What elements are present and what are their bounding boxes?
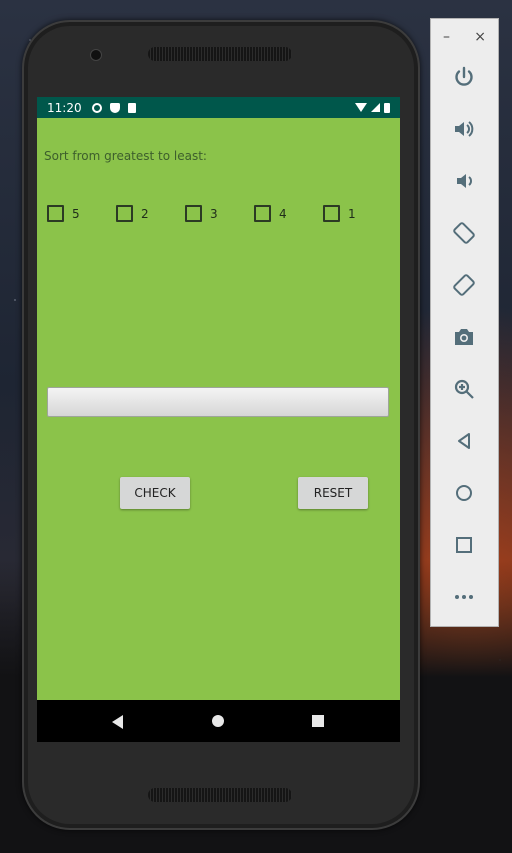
reset-button[interactable]: RESET (298, 477, 368, 509)
status-bar: 11:20 (37, 97, 400, 118)
checkbox-box[interactable] (254, 205, 271, 222)
checkbox-label: 5 (72, 206, 80, 221)
checkbox-box[interactable] (185, 205, 202, 222)
checkbox-option[interactable]: 2 (116, 205, 149, 222)
checkbox-box[interactable] (323, 205, 340, 222)
battery-icon (384, 102, 390, 113)
back-icon[interactable] (112, 715, 123, 729)
checkbox-label: 2 (141, 206, 149, 221)
checkbox-option[interactable]: 1 (323, 205, 356, 222)
checkbox-box[interactable] (116, 205, 133, 222)
shield-icon (109, 102, 120, 113)
front-camera (90, 49, 102, 61)
volume-up-icon[interactable] (451, 116, 477, 142)
rotate-left-icon[interactable] (451, 220, 477, 246)
power-icon[interactable] (451, 64, 477, 90)
nav-bar (37, 700, 400, 742)
checkbox-option[interactable]: 5 (47, 205, 80, 222)
camera-icon[interactable] (451, 324, 477, 350)
back-icon[interactable] (451, 428, 477, 454)
number-checkboxes: 5 2 3 4 1 (47, 205, 397, 222)
volume-down-icon[interactable] (451, 168, 477, 194)
checkbox-box[interactable] (47, 205, 64, 222)
rotate-right-icon[interactable] (451, 272, 477, 298)
checkbox-option[interactable]: 4 (254, 205, 287, 222)
home-icon[interactable] (212, 715, 224, 727)
checkbox-label: 4 (279, 206, 287, 221)
answer-display[interactable] (47, 387, 389, 417)
device-screen: 11:20 Sort from greatest to least: 5 2 3… (37, 97, 400, 742)
status-time: 11:20 (47, 100, 82, 115)
bottom-speaker (148, 788, 292, 802)
toolbar-window-controls: – × (431, 19, 498, 55)
checkbox-label: 1 (348, 206, 356, 221)
minimize-button[interactable]: – (443, 29, 450, 45)
close-button[interactable]: × (474, 29, 486, 45)
signal-icon (371, 103, 380, 112)
recents-icon[interactable] (312, 715, 324, 727)
sd-card-icon (127, 102, 136, 113)
sort-prompt: Sort from greatest to least: (44, 149, 207, 163)
zoom-icon[interactable] (451, 376, 477, 402)
wifi-icon (355, 103, 367, 112)
home-icon[interactable] (451, 480, 477, 506)
settings-icon (91, 102, 102, 113)
check-button[interactable]: CHECK (120, 477, 190, 509)
more-icon[interactable] (451, 584, 477, 610)
emulator-toolbar: – × (430, 18, 499, 627)
checkbox-option[interactable]: 3 (185, 205, 218, 222)
checkbox-label: 3 (210, 206, 218, 221)
overview-icon[interactable] (451, 532, 477, 558)
top-speaker (148, 47, 292, 61)
